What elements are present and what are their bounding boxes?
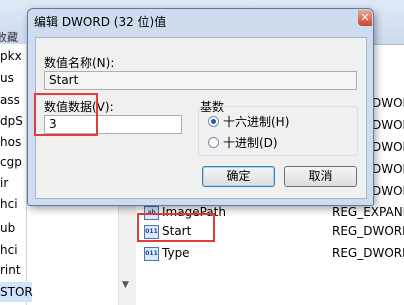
dec-label: 十进制(D) (223, 136, 278, 150)
dialog-title: 编辑 DWORD (32 位)值 (34, 15, 167, 29)
close-icon[interactable]: ✕ (358, 10, 372, 26)
highlight-start-row (137, 213, 215, 242)
cancel-button[interactable]: 取消 (284, 166, 357, 187)
registry-dword-icon: 011 (144, 247, 159, 261)
value-type: REG_DWORD (332, 224, 404, 238)
value-name: Type (162, 246, 190, 260)
tree-item[interactable]: dpS (0, 111, 23, 131)
value-type: DWORD (372, 184, 404, 198)
tree-item[interactable]: cgp (0, 152, 22, 172)
tree-item[interactable]: ub (0, 218, 15, 238)
hex-label: 十六进制(H) (223, 115, 290, 129)
tree-item[interactable]: rint (0, 260, 21, 280)
dec-radio[interactable]: 十进制(D) (208, 135, 278, 151)
hex-radio[interactable]: 十六进制(H) (208, 114, 289, 130)
tree-item[interactable]: us (0, 68, 14, 88)
value-type: DWORD (372, 140, 404, 154)
tree-item[interactable]: hci (0, 194, 18, 214)
tree-item[interactable]: hos (0, 132, 21, 152)
value-type: REG_DWORD (332, 246, 404, 260)
tree-item-selected[interactable]: STOR (0, 282, 33, 302)
value-name-label: 数值名称(N): (44, 56, 115, 70)
radio-selected-icon[interactable] (208, 116, 219, 127)
radio-unselected-icon[interactable] (208, 137, 219, 148)
registry-tree: pkx us ass dpS hos cgp ir hci ub hci rin… (0, 44, 33, 305)
favorites-menu[interactable]: 收藏 (0, 29, 18, 45)
tree-item[interactable]: ass (0, 90, 20, 110)
highlight-value-data (34, 93, 98, 136)
value-name-field: Start (44, 71, 357, 90)
value-type: DWORD (372, 118, 404, 132)
value-row[interactable]: 011 Type REG_DWORD (136, 243, 404, 263)
ok-button[interactable]: 确定 (202, 166, 275, 187)
tree-item[interactable]: ir (0, 173, 8, 193)
tree-item[interactable]: hci (0, 240, 18, 260)
value-type: DWORD (372, 96, 404, 110)
tree-item[interactable]: pkx (0, 46, 22, 66)
scroll-down-arrow-icon[interactable]: ▼ (122, 280, 129, 290)
value-type: DWORD (372, 162, 404, 176)
